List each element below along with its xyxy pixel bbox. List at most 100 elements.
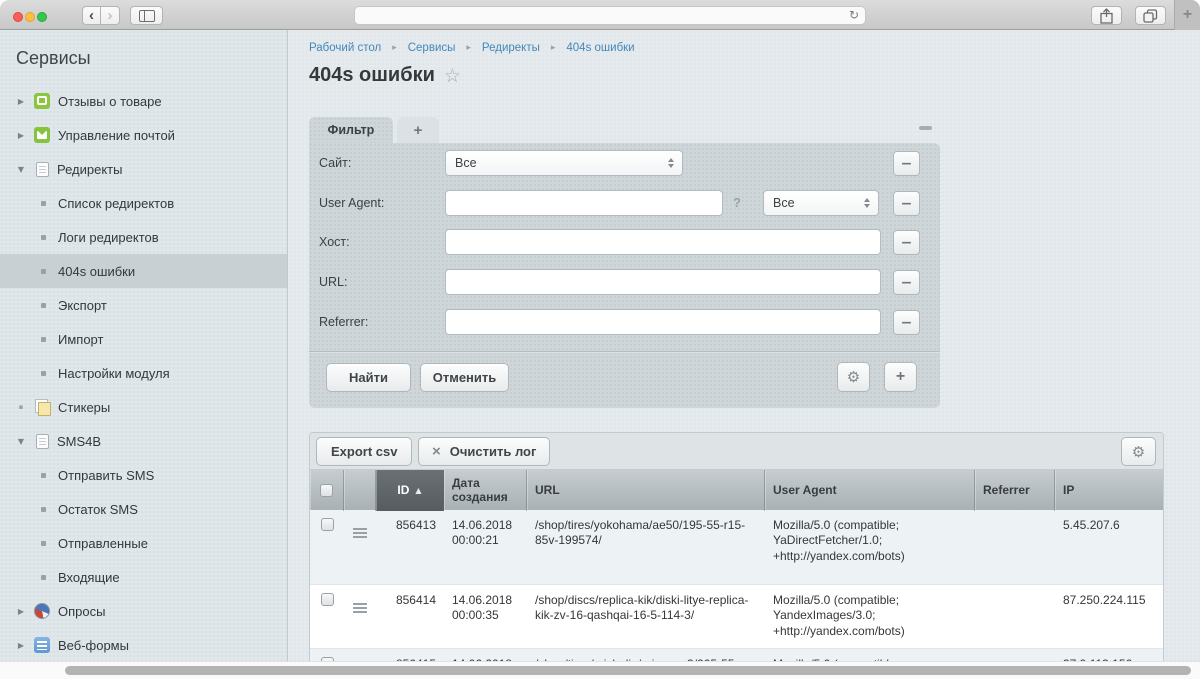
user-agent-mode-select[interactable]: Все	[763, 190, 879, 216]
sidebar-subitem-import[interactable]: Импорт	[0, 322, 287, 356]
expander-collapsed-icon[interactable]: ▶	[14, 97, 28, 106]
remove-user-agent-filter-button[interactable]: −	[893, 191, 920, 216]
url-input[interactable]	[445, 269, 881, 295]
column-header-date[interactable]: Дата создания	[444, 470, 527, 511]
row-checkbox[interactable]	[321, 518, 334, 531]
column-header-ip[interactable]: IP	[1055, 470, 1163, 511]
expander-collapsed-icon[interactable]: ▶	[14, 607, 28, 616]
favorite-star-icon[interactable]: ☆	[444, 65, 461, 87]
address-bar[interactable]: ↻	[354, 6, 866, 25]
sidebar-subitem-404-errors-selected[interactable]: 404s ошибки	[0, 254, 287, 288]
zoom-window-button[interactable]	[37, 12, 47, 22]
drag-handle-icon[interactable]	[353, 603, 367, 613]
sidebar-item-label: Импорт	[58, 332, 103, 347]
column-header-id[interactable]: ID ▲	[376, 470, 444, 511]
user-agent-input[interactable]	[445, 190, 723, 216]
breadcrumb: Рабочий стол ▸ Сервисы ▸ Редиректы ▸ 404…	[309, 42, 635, 54]
user-agent-label: User Agent:	[319, 190, 384, 216]
share-icon	[1100, 8, 1113, 24]
sidebar-subitem-redirect-list[interactable]: Список редиректов	[0, 186, 287, 220]
select-all-checkbox[interactable]	[320, 484, 333, 497]
remove-host-filter-button[interactable]: −	[893, 230, 920, 255]
collapse-filter-button[interactable]	[919, 126, 932, 130]
tabs-overview-icon	[1143, 9, 1158, 23]
document-module-icon	[36, 434, 49, 449]
add-filter-field-button[interactable]: +	[884, 362, 917, 392]
clear-x-icon: ×	[432, 443, 441, 460]
breadcrumb-link-404-errors[interactable]: 404s ошибки	[566, 42, 634, 54]
sidebar-subitem-sms-balance[interactable]: Остаток SMS	[0, 492, 287, 526]
sidebar-item-mail[interactable]: ▶ Управление почтой	[0, 118, 287, 152]
sidebar-subitem-module-settings[interactable]: Настройки модуля	[0, 356, 287, 390]
bullet-icon	[41, 371, 46, 376]
table-settings-button[interactable]: ⚙	[1121, 437, 1156, 466]
forward-button[interactable]: ›	[101, 6, 120, 25]
sidebar-item-reviews[interactable]: ▶ Отзывы о товаре	[0, 84, 287, 118]
remove-url-filter-button[interactable]: −	[893, 270, 920, 295]
sidebar-toggle-button[interactable]	[130, 6, 163, 25]
row-checkbox[interactable]	[321, 593, 334, 606]
referrer-input[interactable]	[445, 309, 881, 335]
clear-log-button[interactable]: × Очистить лог	[418, 437, 550, 466]
cell-referrer	[975, 585, 1055, 648]
browser-window: ‹ › ↻ + Сервисы	[0, 0, 1200, 679]
sidebar-item-label: 404s ошибки	[58, 264, 135, 279]
reload-icon[interactable]: ↻	[849, 8, 859, 22]
host-input[interactable]	[445, 229, 881, 255]
tab-filter[interactable]: Фильтр	[309, 117, 393, 143]
nav-buttons: ‹ ›	[82, 6, 120, 25]
expander-expanded-icon[interactable]: ▼	[14, 165, 28, 174]
sidebar-item-sms4b[interactable]: ▼ SMS4B	[0, 424, 287, 458]
breadcrumb-link-redirects[interactable]: Редиректы	[482, 42, 540, 54]
sidebar-subitem-send-sms[interactable]: Отправить SMS	[0, 458, 287, 492]
column-header-url[interactable]: URL	[527, 470, 765, 511]
new-tab-button[interactable]: +	[1174, 0, 1200, 30]
site-select[interactable]: Все	[445, 150, 683, 176]
back-button[interactable]: ‹	[82, 6, 101, 25]
show-tabs-button[interactable]	[1135, 6, 1166, 25]
sidebar-item-redirects[interactable]: ▼ Редиректы	[0, 152, 287, 186]
sidebar-item-webforms[interactable]: ▶ Веб-формы	[0, 628, 287, 662]
breadcrumb-link-desktop[interactable]: Рабочий стол	[309, 42, 381, 54]
minimize-window-button[interactable]	[25, 12, 35, 22]
site-label: Сайт:	[319, 150, 351, 176]
time-value: 00:00:35	[452, 608, 519, 623]
main-area: Рабочий стол ▸ Сервисы ▸ Редиректы ▸ 404…	[289, 30, 1200, 679]
sidebar-item-stickers[interactable]: ▪ Стикеры	[0, 390, 287, 424]
table-header-row: ID ▲ Дата создания URL User Agent Referr…	[310, 470, 1163, 510]
expander-expanded-icon[interactable]: ▼	[14, 437, 28, 446]
filter-panel: Сайт: Все − User Agent: ? Все − Хост: − …	[309, 143, 940, 408]
sidebar-subitem-redirect-logs[interactable]: Логи редиректов	[0, 220, 287, 254]
share-button[interactable]	[1091, 6, 1122, 25]
time-value: 00:00:21	[452, 533, 519, 548]
cell-ip: 5.45.207.6	[1055, 510, 1163, 584]
add-filter-tab-button[interactable]: +	[397, 117, 439, 143]
breadcrumb-link-services[interactable]: Сервисы	[408, 42, 456, 54]
horizontal-scrollbar-thumb[interactable]	[65, 666, 1191, 675]
sidebar-item-polls[interactable]: ▶ Опросы	[0, 594, 287, 628]
sidebar-subitem-sent[interactable]: Отправленные	[0, 526, 287, 560]
remove-referrer-filter-button[interactable]: −	[893, 310, 920, 335]
export-csv-button[interactable]: Export csv	[316, 437, 412, 466]
help-icon[interactable]: ?	[733, 190, 741, 216]
column-header-referrer[interactable]: Referrer	[975, 470, 1055, 511]
expander-collapsed-icon[interactable]: ▶	[14, 131, 28, 140]
bullet-icon	[41, 201, 46, 206]
find-button[interactable]: Найти	[326, 363, 411, 392]
drag-handle-icon[interactable]	[353, 528, 367, 538]
filter-settings-button[interactable]: ⚙	[837, 362, 870, 392]
breadcrumb-separator-icon: ▸	[466, 43, 471, 53]
expander-collapsed-icon[interactable]: ▶	[14, 641, 28, 650]
bullet-icon	[41, 235, 46, 240]
sidebar-item-label: Веб-формы	[58, 638, 129, 653]
sidebar-subitem-inbox[interactable]: Входящие	[0, 560, 287, 594]
sidebar-subitem-export[interactable]: Экспорт	[0, 288, 287, 322]
page-content: Сервисы ▶ Отзывы о товаре ▶ Управление п…	[0, 30, 1200, 679]
close-window-button[interactable]	[13, 12, 23, 22]
stickers-module-icon	[34, 399, 50, 415]
column-header-user-agent[interactable]: User Agent	[765, 470, 975, 511]
url-label: URL:	[319, 269, 347, 295]
remove-site-filter-button[interactable]: −	[893, 151, 920, 176]
cancel-button[interactable]: Отменить	[420, 363, 509, 392]
bullet-icon	[41, 541, 46, 546]
